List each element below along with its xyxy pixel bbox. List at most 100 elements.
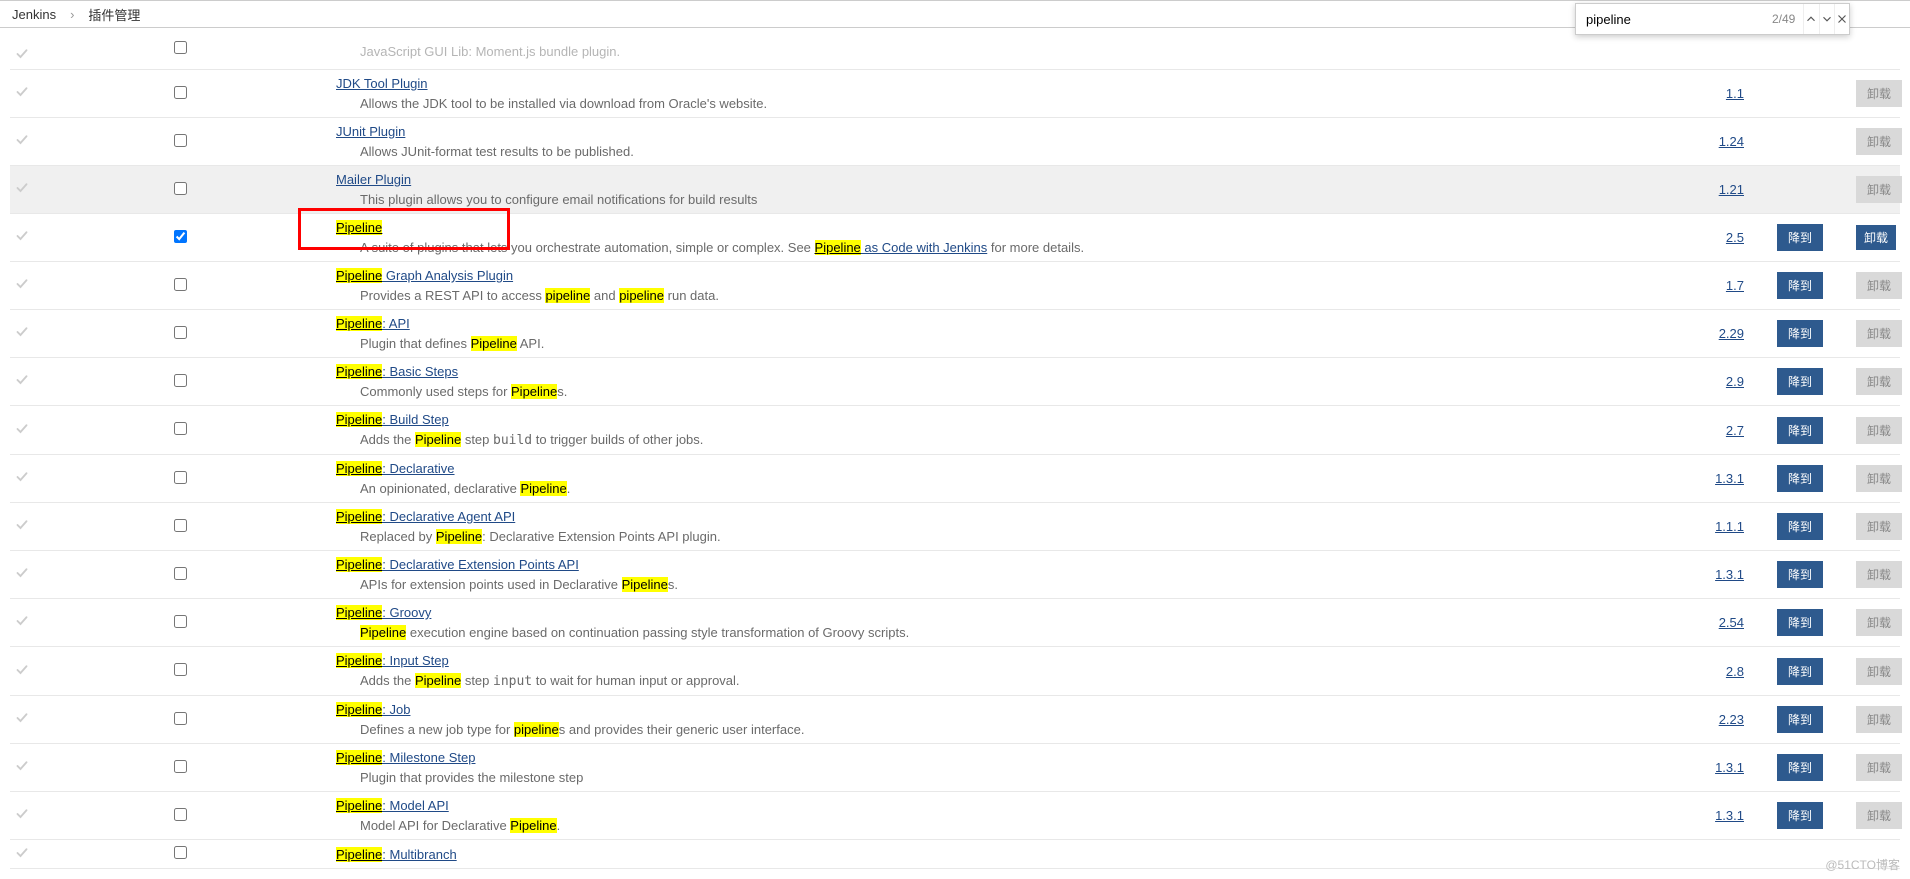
plugin-checkbox[interactable] bbox=[174, 422, 187, 435]
plugin-title-link[interactable]: Pipeline: Declarative Extension Points A… bbox=[336, 557, 579, 572]
plugin-version-link[interactable]: 2.23 bbox=[1719, 712, 1744, 727]
breadcrumb-current[interactable]: 插件管理 bbox=[88, 5, 140, 24]
find-input[interactable] bbox=[1576, 4, 1772, 34]
plugin-version-link[interactable]: 1.1.1 bbox=[1715, 519, 1744, 534]
plugin-version-link[interactable]: 1.24 bbox=[1719, 134, 1744, 149]
uninstall-button[interactable]: 卸载 bbox=[1856, 80, 1902, 107]
plugin-description: Defines a new job type for pipelines and… bbox=[336, 722, 1554, 737]
find-next-button[interactable] bbox=[1819, 4, 1834, 34]
plugin-checkbox[interactable] bbox=[174, 471, 187, 484]
plugin-title-link[interactable]: Mailer Plugin bbox=[336, 172, 411, 187]
plugin-title-link[interactable]: Pipeline: Model API bbox=[336, 798, 449, 813]
find-close-button[interactable] bbox=[1834, 4, 1849, 34]
plugin-checkbox[interactable] bbox=[174, 326, 187, 339]
table-row: Pipeline: DeclarativeAn opinionated, dec… bbox=[10, 455, 1900, 503]
plugin-title-link[interactable]: Pipeline: Groovy bbox=[336, 605, 431, 620]
pipeline-as-code-link[interactable]: Pipeline as Code with Jenkins bbox=[815, 240, 988, 255]
plugin-checkbox[interactable] bbox=[174, 519, 187, 532]
plugin-title-link[interactable]: Pipeline: Declarative Agent API bbox=[336, 509, 515, 524]
plugin-version-link[interactable]: 1.3.1 bbox=[1715, 808, 1744, 823]
plugin-version-link[interactable]: 2.54 bbox=[1719, 615, 1744, 630]
plugin-title-link[interactable]: Pipeline: API bbox=[336, 316, 410, 331]
downgrade-button[interactable]: 降到 bbox=[1777, 417, 1823, 444]
plugin-description: Allows JUnit-format test results to be p… bbox=[336, 144, 1554, 159]
plugin-checkbox[interactable] bbox=[174, 712, 187, 725]
plugin-title-link[interactable]: Pipeline Graph Analysis Plugin bbox=[336, 268, 513, 283]
enabled-icon bbox=[16, 326, 28, 338]
enabled-icon bbox=[16, 847, 28, 859]
uninstall-button[interactable]: 卸载 bbox=[1856, 320, 1902, 347]
downgrade-button[interactable]: 降到 bbox=[1777, 754, 1823, 781]
plugin-version-link[interactable]: 1.3.1 bbox=[1715, 760, 1744, 775]
plugin-checkbox[interactable] bbox=[174, 41, 187, 54]
plugin-version-link[interactable]: 2.29 bbox=[1719, 326, 1744, 341]
plugin-version-link[interactable]: 1.3.1 bbox=[1715, 567, 1744, 582]
downgrade-button[interactable]: 降到 bbox=[1777, 465, 1823, 492]
downgrade-button[interactable]: 降到 bbox=[1777, 320, 1823, 347]
uninstall-button[interactable]: 卸载 bbox=[1856, 609, 1902, 636]
plugin-version-link[interactable]: 1.21 bbox=[1719, 182, 1744, 197]
plugin-version-link[interactable]: 1.7 bbox=[1726, 278, 1744, 293]
plugin-title-link[interactable]: Pipeline: Basic Steps bbox=[336, 364, 458, 379]
plugin-version-link[interactable]: 2.5 bbox=[1726, 230, 1744, 245]
plugin-version-link[interactable]: 2.9 bbox=[1726, 374, 1744, 389]
downgrade-button[interactable]: 降到 bbox=[1777, 802, 1823, 829]
plugin-checkbox[interactable] bbox=[174, 86, 187, 99]
plugin-checkbox[interactable] bbox=[174, 134, 187, 147]
plugin-title-link[interactable]: JUnit Plugin bbox=[336, 124, 405, 139]
plugin-checkbox[interactable] bbox=[174, 808, 187, 821]
plugin-checkbox[interactable] bbox=[174, 230, 187, 243]
chevron-down-icon bbox=[1820, 12, 1834, 26]
downgrade-button[interactable]: 降到 bbox=[1777, 658, 1823, 685]
downgrade-button[interactable]: 降到 bbox=[1777, 224, 1823, 251]
table-row: Mailer PluginThis plugin allows you to c… bbox=[10, 166, 1900, 214]
plugin-description: A suite of plugins that lets you orchest… bbox=[336, 240, 1554, 255]
downgrade-button[interactable]: 降到 bbox=[1777, 368, 1823, 395]
uninstall-button[interactable]: 卸载 bbox=[1856, 802, 1902, 829]
plugin-title-link[interactable]: Pipeline: Multibranch bbox=[336, 847, 457, 862]
uninstall-button[interactable]: 卸载 bbox=[1856, 465, 1902, 492]
uninstall-button[interactable]: 卸载 bbox=[1856, 176, 1902, 203]
plugin-title-link[interactable]: Pipeline: Job bbox=[336, 702, 410, 717]
plugin-checkbox[interactable] bbox=[174, 760, 187, 773]
plugin-version-link[interactable]: 1.1 bbox=[1726, 86, 1744, 101]
plugin-title-link[interactable]: JDK Tool Plugin bbox=[336, 76, 428, 91]
downgrade-button[interactable]: 降到 bbox=[1777, 609, 1823, 636]
plugin-title-link[interactable]: Pipeline: Build Step bbox=[336, 412, 449, 427]
plugin-title-link[interactable]: Pipeline: Declarative bbox=[336, 461, 455, 476]
plugin-checkbox[interactable] bbox=[174, 615, 187, 628]
table-row: Pipeline: Build Step Adds the Pipeline st… bbox=[10, 406, 1900, 455]
downgrade-button[interactable]: 降到 bbox=[1777, 706, 1823, 733]
plugin-version-link[interactable]: 1.3.1 bbox=[1715, 471, 1744, 486]
plugin-checkbox[interactable] bbox=[174, 567, 187, 580]
uninstall-button[interactable]: 卸载 bbox=[1856, 561, 1902, 588]
plugin-description: Adds the Pipeline step input to wait for… bbox=[336, 673, 1554, 689]
uninstall-button[interactable]: 卸载 bbox=[1856, 225, 1896, 250]
uninstall-button[interactable]: 卸载 bbox=[1856, 417, 1902, 444]
downgrade-button[interactable]: 降到 bbox=[1777, 272, 1823, 299]
plugin-version-link[interactable]: 2.7 bbox=[1726, 423, 1744, 438]
uninstall-button[interactable]: 卸载 bbox=[1856, 128, 1902, 155]
uninstall-button[interactable]: 卸载 bbox=[1856, 272, 1902, 299]
plugin-checkbox[interactable] bbox=[174, 663, 187, 676]
uninstall-button[interactable]: 卸载 bbox=[1856, 513, 1902, 540]
uninstall-button[interactable]: 卸载 bbox=[1856, 658, 1902, 685]
downgrade-button[interactable]: 降到 bbox=[1777, 513, 1823, 540]
enabled-icon bbox=[16, 664, 28, 676]
plugin-title-link[interactable]: Pipeline bbox=[336, 220, 382, 235]
plugin-version-link[interactable]: 2.8 bbox=[1726, 664, 1744, 679]
table-row: Pipeline: Job Defines a new job type for … bbox=[10, 696, 1900, 744]
plugin-checkbox[interactable] bbox=[174, 278, 187, 291]
plugin-title-link[interactable]: Pipeline: Milestone Step bbox=[336, 750, 475, 765]
downgrade-button[interactable]: 降到 bbox=[1777, 561, 1823, 588]
plugin-description: Adds the Pipeline step build to trigger … bbox=[336, 432, 1554, 448]
plugin-checkbox[interactable] bbox=[174, 374, 187, 387]
uninstall-button[interactable]: 卸载 bbox=[1856, 706, 1902, 733]
uninstall-button[interactable]: 卸载 bbox=[1856, 368, 1902, 395]
plugin-checkbox[interactable] bbox=[174, 182, 187, 195]
uninstall-button[interactable]: 卸载 bbox=[1856, 754, 1902, 781]
find-prev-button[interactable] bbox=[1803, 4, 1818, 34]
plugin-title-link[interactable]: Pipeline: Input Step bbox=[336, 653, 449, 668]
plugin-checkbox[interactable] bbox=[174, 846, 187, 859]
breadcrumb-root[interactable]: Jenkins bbox=[12, 7, 56, 22]
